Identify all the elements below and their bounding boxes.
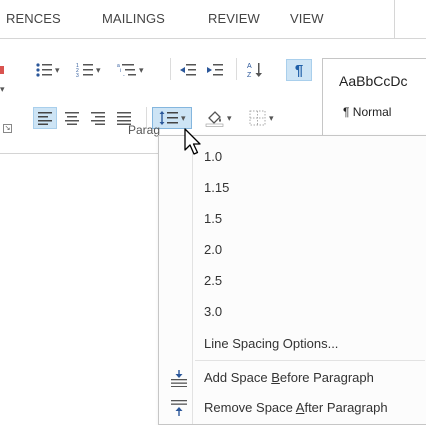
tab-mailings[interactable]: MAILINGS <box>102 11 165 26</box>
menu-item-spacing-2-5[interactable]: 2.5 <box>160 266 426 296</box>
menu-item-spacing-3-0[interactable]: 3.0 <box>160 297 426 327</box>
align-left-button[interactable] <box>33 107 57 129</box>
show-formatting-icon: ¶ <box>294 61 304 79</box>
numbering-button[interactable]: 1 2 3 ▾ <box>75 59 111 81</box>
remove-space-after-icon <box>171 400 187 416</box>
tab-view[interactable]: VIEW <box>290 11 324 26</box>
shading-button[interactable]: ▾ <box>204 107 244 129</box>
decrease-indent-icon <box>180 64 196 76</box>
align-center-button[interactable] <box>60 107 84 129</box>
ribbon-separator <box>170 58 171 80</box>
multilevel-list-icon: a i - <box>117 63 136 78</box>
decrease-indent-button[interactable] <box>176 59 200 81</box>
tab-overflow <box>394 0 426 38</box>
dialog-launcher-icon[interactable]: ↘ <box>3 124 12 133</box>
menu-item-label: 3.0 <box>204 304 223 319</box>
ribbon-separator <box>236 58 237 80</box>
sort-icon: A Z <box>247 63 262 79</box>
chevron-down-icon: ▾ <box>139 64 144 75</box>
style-normal-tile[interactable]: AaBbCcDc ¶ Normal <box>322 58 426 138</box>
borders-icon <box>249 110 266 126</box>
align-center-icon <box>65 112 79 125</box>
menu-item-label: 1.5 <box>204 211 223 226</box>
menu-item-label: 1.0 <box>204 149 223 164</box>
increase-indent-button[interactable] <box>203 59 227 81</box>
menu-divider <box>195 360 425 361</box>
numbering-icon: 1 2 3 <box>76 63 93 78</box>
align-left-icon <box>38 112 52 125</box>
line-spacing-menu: 1.0 1.15 1.5 2.0 2.5 3.0 Line Spacing Op… <box>158 135 426 425</box>
mouse-cursor-icon <box>184 128 201 155</box>
chevron-down-icon: ▾ <box>269 112 274 123</box>
borders-button[interactable]: ▾ <box>248 107 288 129</box>
show-formatting-button[interactable]: ¶ <box>286 59 312 81</box>
line-spacing-icon <box>159 111 178 125</box>
ribbon-tab-bar: RENCES MAILINGS REVIEW VIEW <box>0 0 426 39</box>
menu-item-line-spacing-options[interactable]: Line Spacing Options... <box>160 329 426 359</box>
chevron-down-icon: ▾ <box>181 112 186 123</box>
menu-item-spacing-1-5[interactable]: 1.5 <box>160 204 426 234</box>
tab-references[interactable]: RENCES <box>6 11 61 26</box>
svg-text:A: A <box>247 63 252 70</box>
chevron-down-icon: ▾ <box>96 64 101 75</box>
menu-item-label: 2.0 <box>204 242 223 257</box>
menu-item-label: Remove Space After Paragraph <box>204 400 388 415</box>
sort-button[interactable]: A Z <box>243 59 267 81</box>
increase-indent-icon <box>207 64 223 76</box>
align-right-button[interactable] <box>86 107 110 129</box>
style-sample-text: AaBbCcDc <box>339 73 408 89</box>
menu-item-spacing-2-0[interactable]: 2.0 <box>160 235 426 265</box>
menu-item-label: 1.15 <box>204 180 230 195</box>
chevron-down-icon[interactable]: ▾ <box>0 84 5 95</box>
menu-item-spacing-1-15[interactable]: 1.15 <box>160 173 426 203</box>
svg-text:3: 3 <box>76 73 79 78</box>
bullets-icon <box>36 63 52 77</box>
svg-text:-: - <box>123 73 125 78</box>
chevron-down-icon: ▾ <box>227 112 232 123</box>
svg-text:i: i <box>120 68 121 74</box>
add-space-before-icon <box>171 370 187 387</box>
bullets-button[interactable]: ▾ <box>34 59 70 81</box>
style-name-label: ¶ Normal <box>343 105 392 119</box>
multilevel-list-button[interactable]: a i - ▾ <box>116 59 156 81</box>
shading-icon <box>205 111 224 127</box>
tab-review[interactable]: REVIEW <box>208 11 260 26</box>
chevron-down-icon: ▾ <box>55 64 60 75</box>
menu-item-add-space-before[interactable]: Add Space Before Paragraph <box>160 363 426 393</box>
menu-item-label: Line Spacing Options... <box>204 336 339 351</box>
svg-text:Z: Z <box>247 72 252 79</box>
menu-item-label: Add Space Before Paragraph <box>204 370 374 385</box>
align-right-icon <box>91 112 105 125</box>
font-color-icon[interactable] <box>0 66 4 74</box>
menu-item-remove-space-after[interactable]: Remove Space After Paragraph <box>160 393 426 423</box>
menu-item-label: 2.5 <box>204 273 223 288</box>
paragraph-group-label: Parag <box>128 123 161 137</box>
